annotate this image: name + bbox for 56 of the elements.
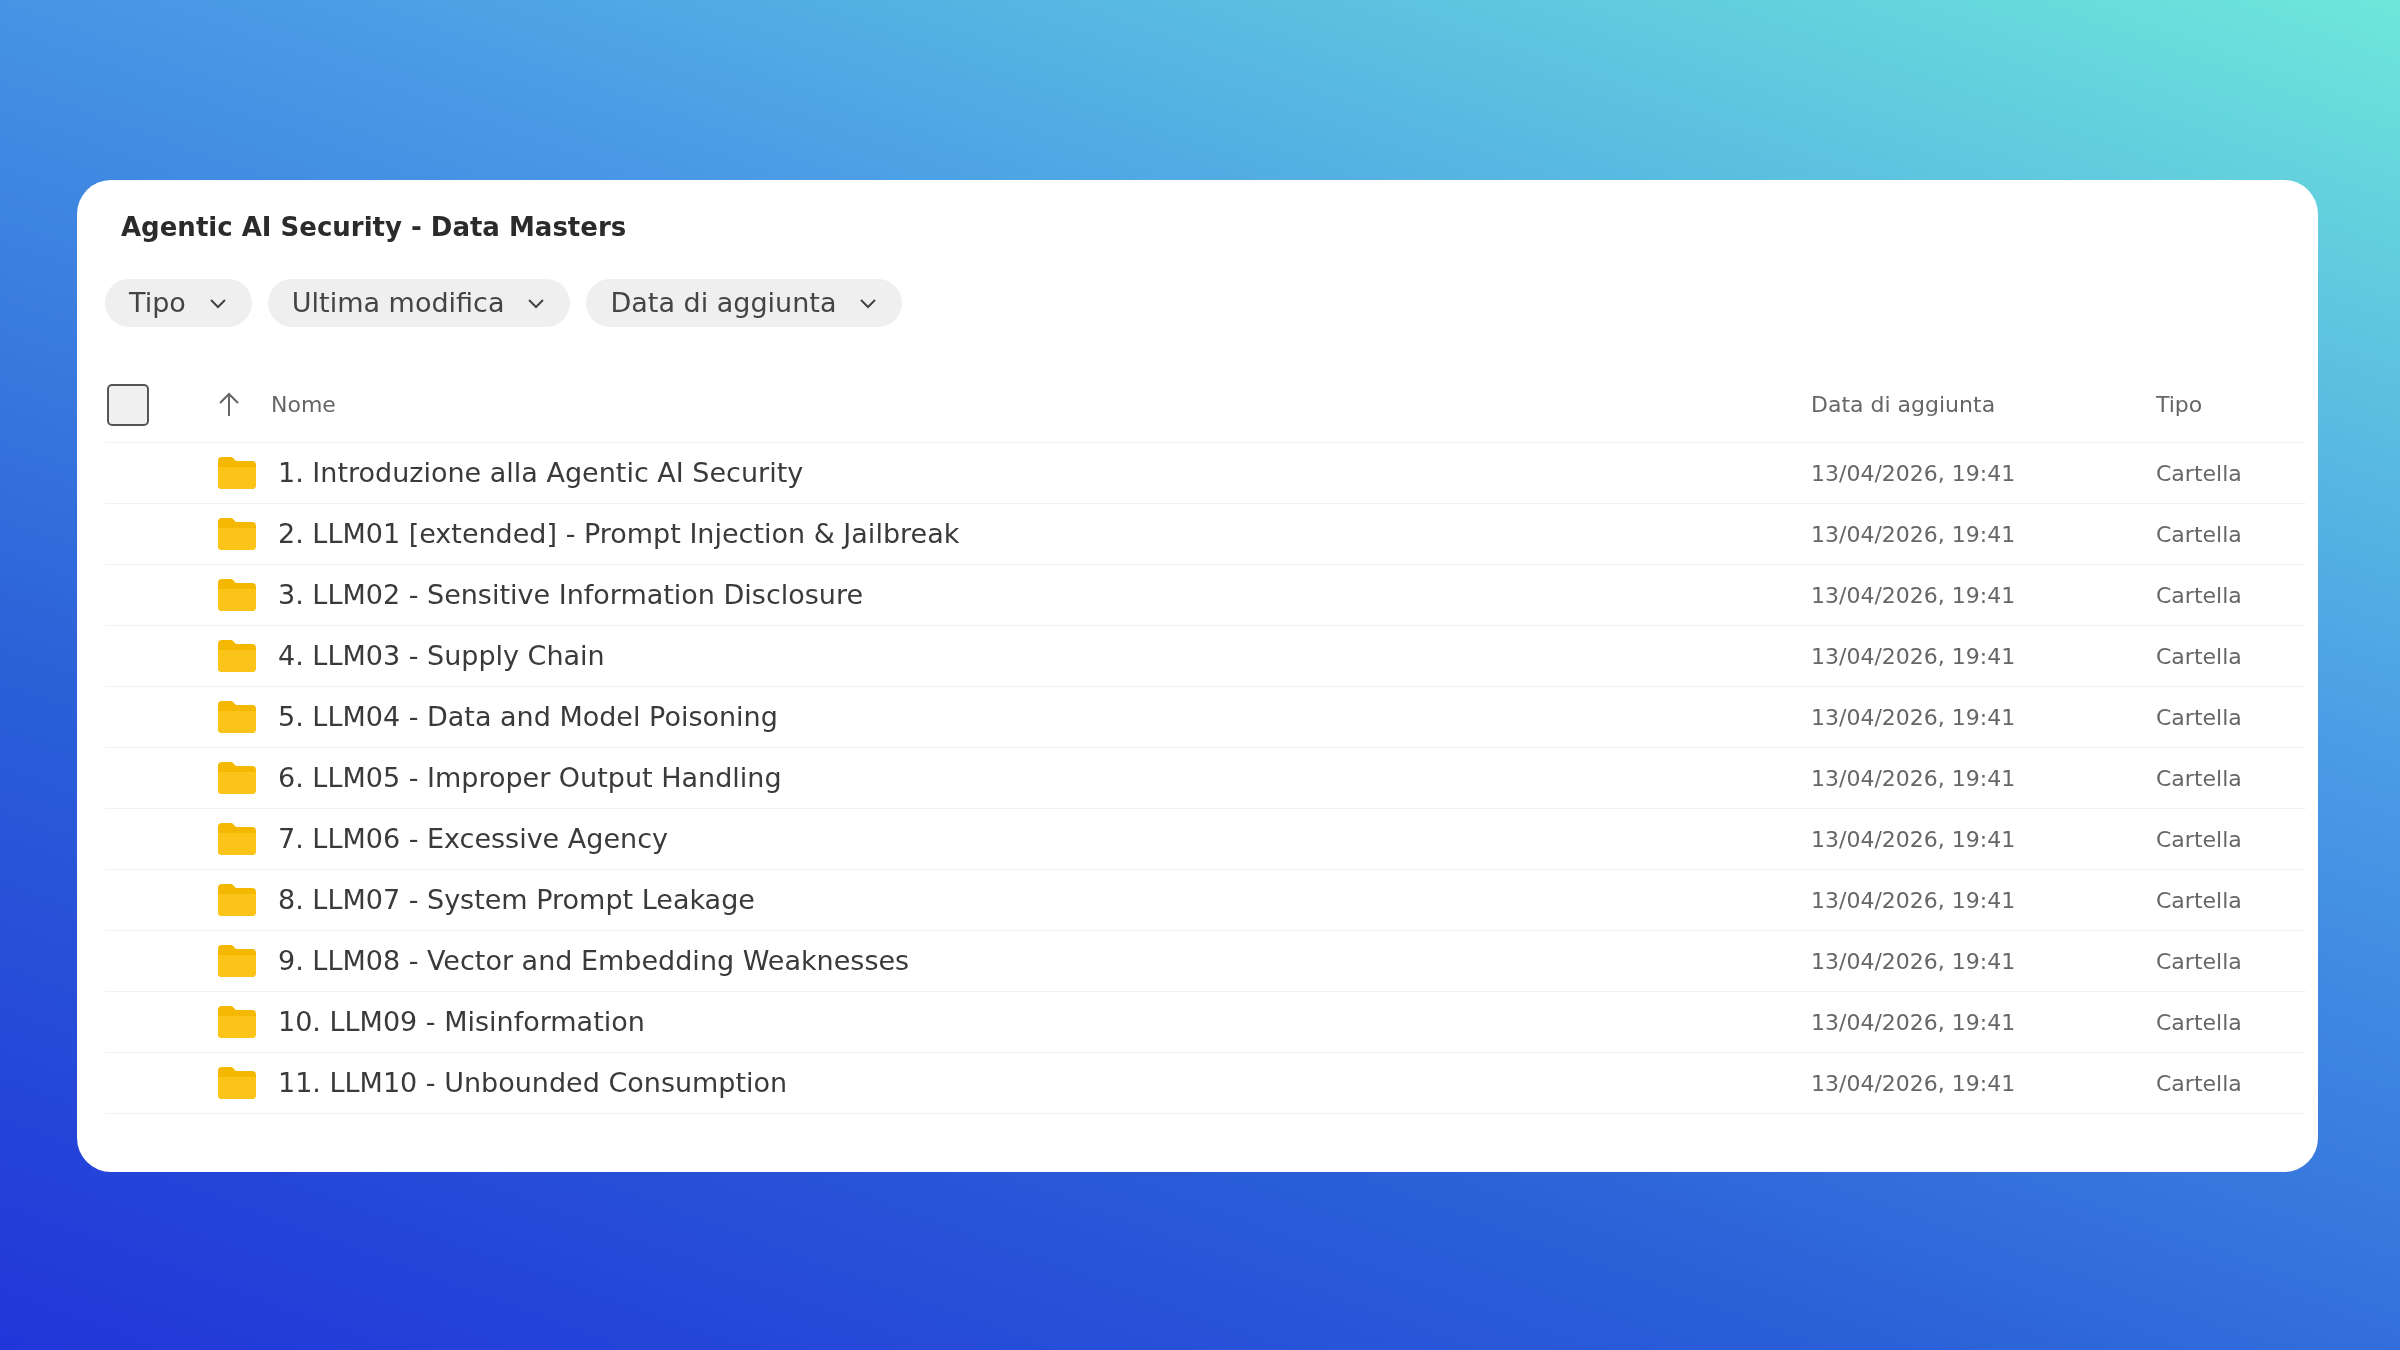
date-added: 13/04/2026, 19:41 <box>1811 1009 2016 1035</box>
folder-icon <box>218 457 256 489</box>
item-type: Cartella <box>2156 826 2242 852</box>
folder-name[interactable]: 5. LLM04 - Data and Model Poisoning <box>278 696 778 738</box>
folder-icon <box>218 701 256 733</box>
folder-icon <box>218 518 256 550</box>
folder-icon <box>218 1067 256 1099</box>
window-title: Agentic AI Security - Data Masters <box>121 211 628 244</box>
sort-arrow-icon[interactable] <box>217 391 241 418</box>
folder-name[interactable]: 7. LLM06 - Excessive Agency <box>278 818 668 860</box>
item-type: Cartella <box>2156 765 2242 791</box>
folder-icon <box>218 762 256 794</box>
folder-name[interactable]: 1. Introduzione alla Agentic AI Security <box>278 452 804 494</box>
chevron-down-icon <box>207 296 228 310</box>
date-added: 13/04/2026, 19:41 <box>1811 704 2016 730</box>
folder-name[interactable]: 8. LLM07 - System Prompt Leakage <box>278 879 755 921</box>
column-header[interactable]: Tipo <box>2156 392 2203 417</box>
item-type: Cartella <box>2156 704 2242 730</box>
folder-name[interactable]: 3. LLM02 - Sensitive Information Disclosure <box>278 574 864 616</box>
item-type: Cartella <box>2156 1070 2242 1096</box>
date-added: 13/04/2026, 19:41 <box>1811 948 2016 974</box>
date-added: 13/04/2026, 19:41 <box>1811 765 2016 791</box>
item-type: Cartella <box>2156 582 2242 608</box>
folder-name[interactable]: 4. LLM03 - Supply Chain <box>278 635 605 677</box>
folder-icon <box>218 579 256 611</box>
folder-icon <box>218 823 256 855</box>
folder-name[interactable]: 2. LLM01 [extended] - Prompt Injection & Jailbreak <box>278 513 960 555</box>
column-header[interactable]: Nome <box>271 388 336 421</box>
column-header[interactable]: Data di aggiunta <box>1811 392 1996 417</box>
date-added: 13/04/2026, 19:41 <box>1811 582 2016 608</box>
date-added: 13/04/2026, 19:41 <box>1811 1070 2016 1096</box>
date-added: 13/04/2026, 19:41 <box>1811 887 2016 913</box>
date-added: 13/04/2026, 19:41 <box>1811 521 2016 547</box>
filter-dropdown[interactable]: Ultima modifica <box>267 279 571 327</box>
item-type: Cartella <box>2156 521 2242 547</box>
folder-icon <box>218 884 256 916</box>
item-type: Cartella <box>2156 643 2242 669</box>
item-type: Cartella <box>2156 948 2242 974</box>
chevron-down-icon <box>526 296 547 310</box>
folder-name[interactable]: 6. LLM05 - Improper Output Handling <box>278 757 782 799</box>
folder-icon <box>218 945 256 977</box>
folder-name[interactable]: 9. LLM08 - Vector and Embedding Weaknesses <box>278 940 910 982</box>
select-all-checkbox[interactable] <box>107 383 149 426</box>
item-type: Cartella <box>2156 1009 2242 1035</box>
filter-dropdown[interactable]: Data di aggiunta <box>586 279 903 327</box>
filter-dropdown[interactable]: Tipo <box>105 279 252 327</box>
date-added: 13/04/2026, 19:41 <box>1811 460 2016 486</box>
folder-name[interactable]: 10. LLM09 - Misinformation <box>278 1001 645 1043</box>
item-type: Cartella <box>2156 460 2242 486</box>
date-added: 13/04/2026, 19:41 <box>1811 643 2016 669</box>
chevron-down-icon <box>858 296 879 310</box>
item-type: Cartella <box>2156 887 2242 913</box>
folder-icon <box>218 1006 256 1038</box>
date-added: 13/04/2026, 19:41 <box>1811 826 2016 852</box>
folder-icon <box>218 640 256 672</box>
folder-name[interactable]: 11. LLM10 - Unbounded Consumption <box>278 1062 788 1104</box>
